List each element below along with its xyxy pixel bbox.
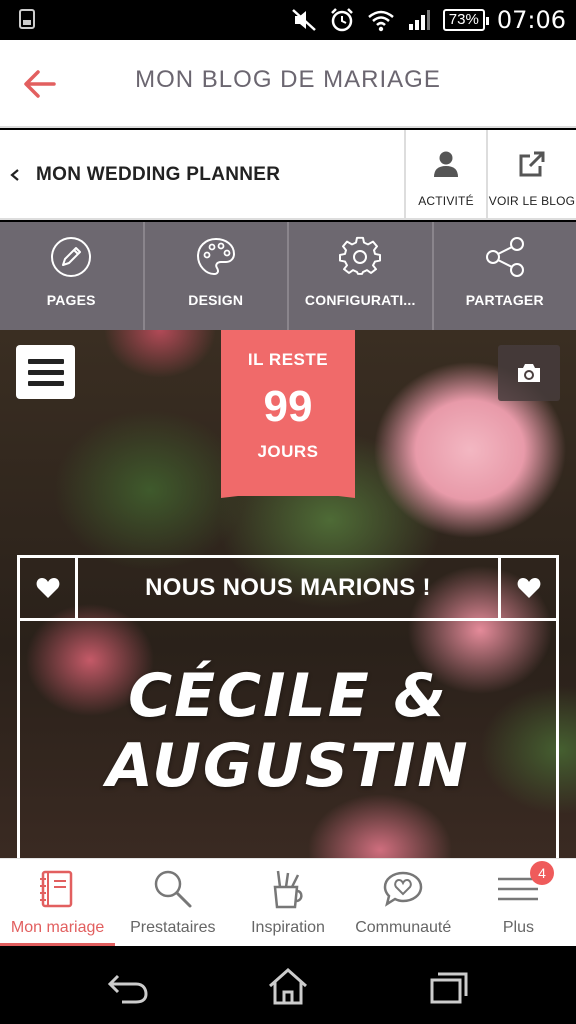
menu-bar bbox=[28, 370, 64, 375]
configuration-button[interactable]: CONFIGURATI... bbox=[289, 222, 434, 330]
countdown-notch bbox=[221, 486, 355, 498]
blog-toolbar: PAGES DESIGN CONFIGURATI... PARTAGER bbox=[0, 222, 576, 330]
search-icon bbox=[154, 870, 192, 908]
notebook-icon bbox=[39, 870, 72, 908]
chevron-left-icon bbox=[10, 169, 19, 181]
heart-cell-right bbox=[498, 558, 556, 618]
nav-inspiration[interactable]: Inspiration bbox=[230, 859, 345, 946]
menu-bar bbox=[28, 381, 64, 386]
couple-names-box: CÉCILE & AUGUSTIN bbox=[17, 618, 559, 858]
share-icon bbox=[485, 237, 524, 277]
headline-bar: NOUS NOUS MARIONS ! bbox=[17, 555, 559, 621]
nav-vendors-label: Prestataires bbox=[130, 919, 216, 936]
nav-my-wedding[interactable]: Mon mariage bbox=[0, 859, 116, 946]
nav-inspiration-label: Inspiration bbox=[251, 919, 325, 936]
notification-badge: 4 bbox=[530, 861, 555, 885]
wifi-icon bbox=[367, 10, 394, 32]
system-recents-icon[interactable] bbox=[426, 966, 470, 1006]
alarm-icon bbox=[330, 8, 353, 32]
camera-icon bbox=[518, 364, 540, 382]
view-blog-label: VOIR LE BLOG bbox=[488, 194, 576, 208]
sub-nav: MON WEDDING PLANNER ACTIVITÉ VOIR LE BLO… bbox=[0, 130, 576, 220]
names-line-2: AUGUSTIN bbox=[106, 731, 470, 801]
countdown-bottom-label: JOURS bbox=[257, 442, 319, 461]
pencil-cup-icon bbox=[273, 870, 303, 909]
palette-icon bbox=[196, 237, 235, 276]
chat-heart-icon bbox=[383, 871, 423, 907]
share-label: PARTAGER bbox=[465, 292, 544, 308]
share-button[interactable]: PARTAGER bbox=[434, 222, 576, 330]
gear-icon bbox=[339, 236, 382, 275]
view-blog-button[interactable]: VOIR LE BLOG bbox=[486, 130, 576, 220]
activity-label: ACTIVITÉ bbox=[418, 194, 474, 208]
nav-community-label: Communauté bbox=[355, 919, 452, 936]
nav-more[interactable]: 4 Plus bbox=[461, 859, 576, 946]
heart-icon bbox=[36, 578, 59, 598]
mute-icon bbox=[291, 9, 316, 31]
system-nav-bar bbox=[0, 946, 576, 1024]
wedding-planner-label: MON WEDDING PLANNER bbox=[36, 164, 281, 185]
app-header: MON BLOG DE MARIAGE bbox=[0, 40, 576, 128]
pencil-icon bbox=[51, 237, 92, 277]
names-line-1: CÉCILE & bbox=[128, 661, 448, 731]
nav-my-wedding-label: Mon mariage bbox=[10, 919, 105, 936]
nav-vendors[interactable]: Prestataires bbox=[115, 859, 230, 946]
sim-icon bbox=[19, 9, 35, 29]
pages-label: PAGES bbox=[46, 292, 96, 308]
external-link-icon bbox=[519, 151, 545, 177]
pages-button[interactable]: PAGES bbox=[0, 222, 145, 330]
design-label: DESIGN bbox=[188, 292, 244, 308]
bottom-nav: Mon mariage Prestataires Inspiration Com… bbox=[0, 858, 576, 946]
headline-text: NOUS NOUS MARIONS ! bbox=[145, 574, 431, 601]
clock: 07:06 bbox=[496, 6, 566, 34]
design-button[interactable]: DESIGN bbox=[145, 222, 289, 330]
countdown-top-label: IL RESTE bbox=[247, 350, 329, 369]
status-icons: 73% 07:06 bbox=[291, 6, 566, 34]
blog-hero: IL RESTE 99 JOURS NOUS NOUS MARIONS ! CÉ… bbox=[0, 330, 576, 858]
configuration-label: CONFIGURATI... bbox=[304, 292, 416, 308]
system-home-icon[interactable] bbox=[266, 966, 310, 1006]
nav-more-label: Plus bbox=[502, 919, 534, 936]
countdown-number: 99 bbox=[263, 382, 313, 431]
status-bar: 73% 07:06 bbox=[0, 0, 576, 40]
countdown-banner: IL RESTE 99 JOURS bbox=[221, 330, 355, 496]
couple-names: CÉCILE & AUGUSTIN bbox=[20, 661, 556, 801]
wedding-planner-link[interactable]: MON WEDDING PLANNER bbox=[0, 130, 404, 220]
hamburger-menu-button[interactable] bbox=[16, 345, 75, 399]
system-back-icon[interactable] bbox=[106, 966, 150, 1006]
change-photo-button[interactable] bbox=[498, 345, 560, 401]
user-icon bbox=[434, 151, 458, 177]
signal-icon bbox=[408, 10, 430, 30]
heart-cell-left bbox=[20, 558, 78, 618]
menu-bar bbox=[28, 359, 64, 364]
nav-community[interactable]: Communauté bbox=[346, 859, 461, 946]
activity-button[interactable]: ACTIVITÉ bbox=[404, 130, 486, 220]
heart-icon bbox=[517, 578, 540, 598]
battery-icon: 73% bbox=[442, 9, 489, 31]
page-title: MON BLOG DE MARIAGE bbox=[135, 66, 441, 93]
